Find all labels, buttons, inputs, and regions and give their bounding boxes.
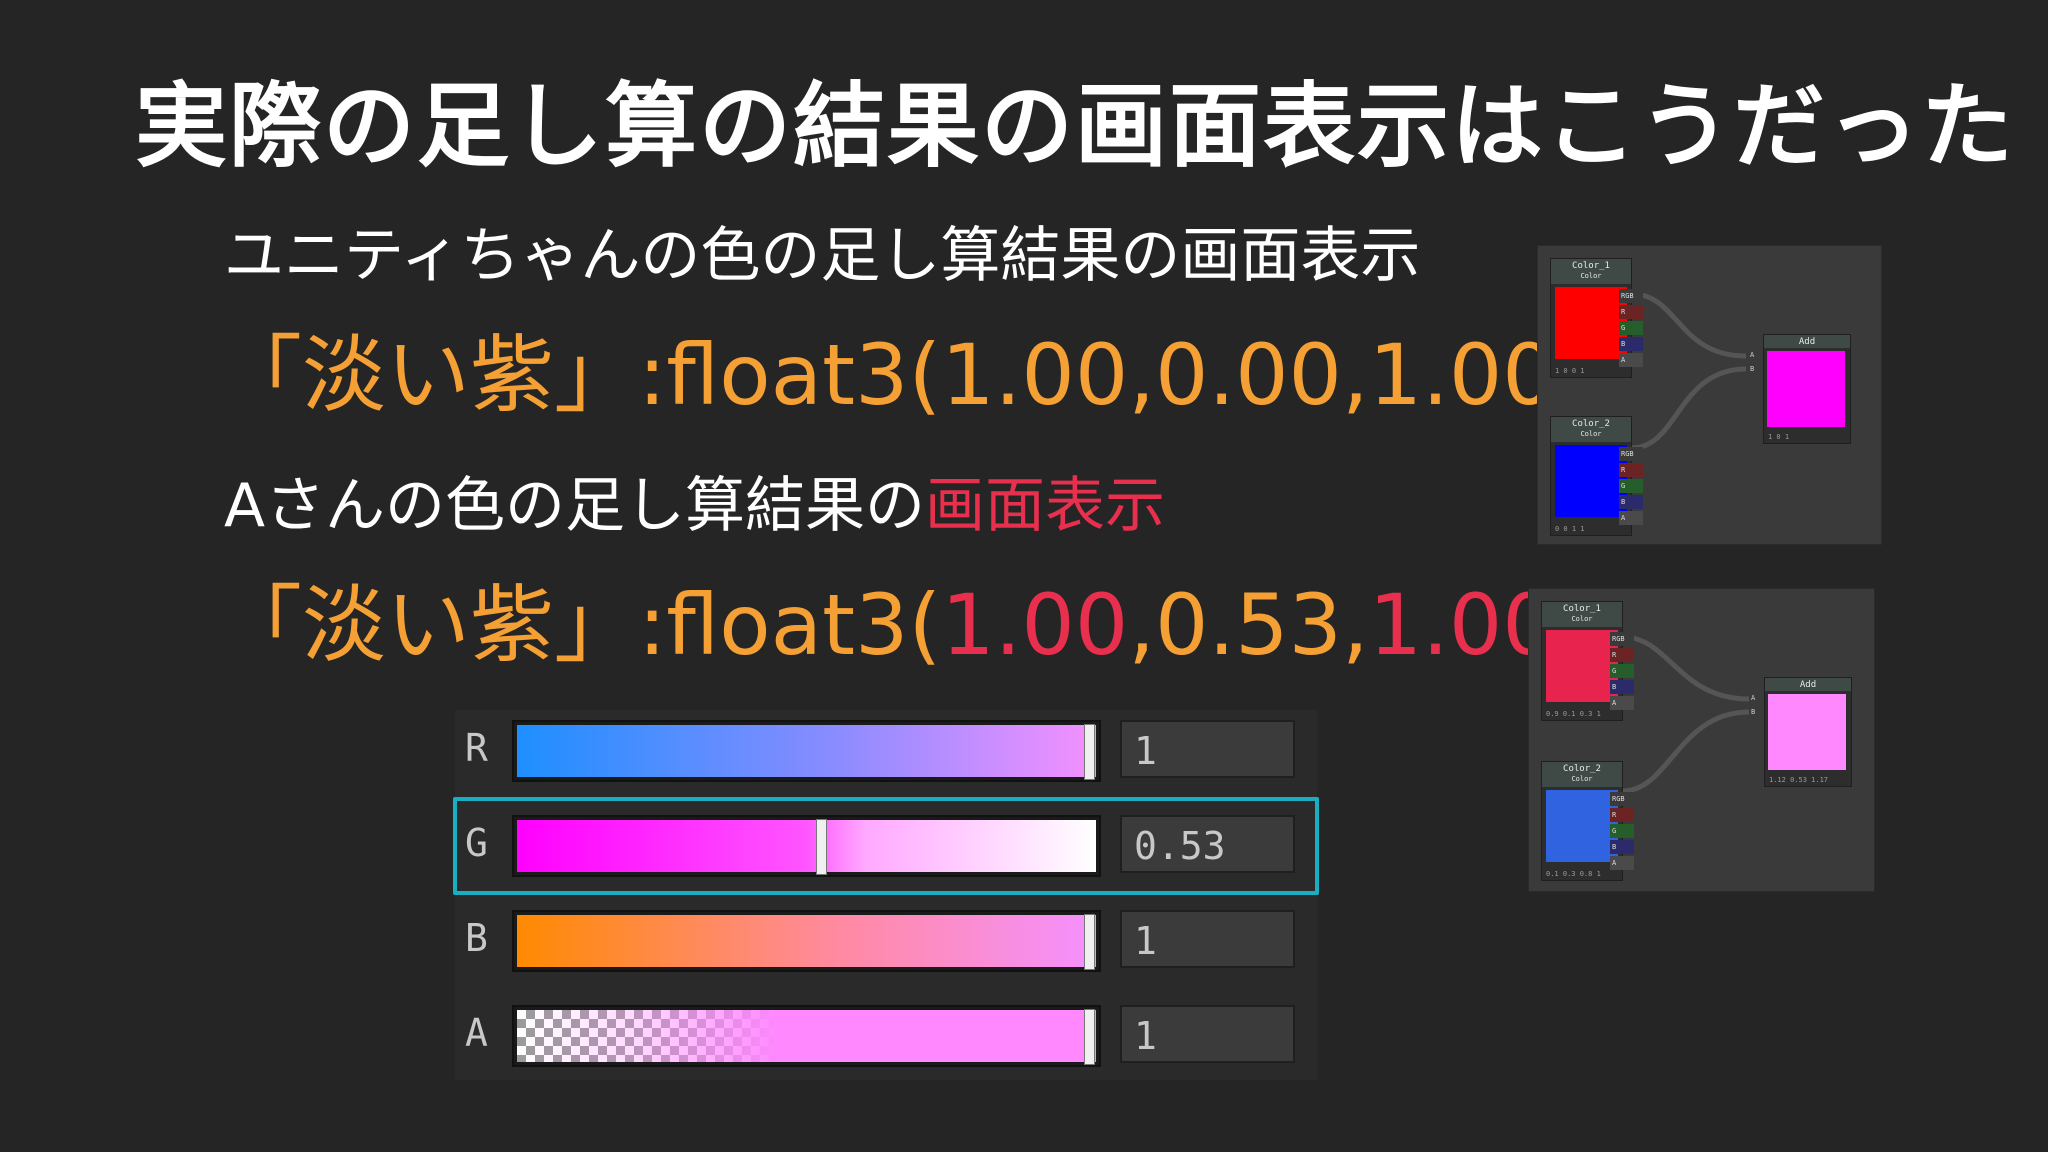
port-rgb[interactable]: RGB [1619,447,1643,461]
add-node[interactable]: Add 1 0 1 A B [1750,334,1851,444]
a-san-caption-highlight: 画面表示 [925,471,1166,541]
color-swatch [1555,445,1627,517]
node-subtitle: Color [1571,615,1593,623]
output-ports: RGB R G B A [1610,792,1634,872]
node-title: Add [1798,337,1816,347]
port-g[interactable]: G [1610,824,1634,838]
port-g[interactable]: G [1619,321,1643,335]
slider-handle[interactable] [1084,724,1095,780]
port-b[interactable]: B [1610,840,1634,854]
node-values: 0 0 1 1 [1555,525,1585,533]
input-b-label[interactable]: B [1750,365,1754,373]
port-r[interactable]: R [1610,808,1634,822]
a-san-result-value: 「淡い紫」:float3(1.00,0.53,1.00) [218,575,1589,676]
slider-label: R [465,726,488,770]
slider-row-a: A 1 [455,995,1317,1075]
port-r[interactable]: R [1610,648,1634,662]
slider-handle[interactable] [1084,1009,1095,1065]
color-swatch [1546,790,1618,862]
port-g[interactable]: G [1619,479,1643,493]
port-rgb[interactable]: RGB [1619,289,1643,303]
color-swatch [1767,351,1845,427]
port-b[interactable]: B [1619,337,1643,351]
node-title: Color_1 [1563,604,1601,614]
node-title: Color_2 [1563,764,1601,774]
slider-value-field[interactable]: 1 [1120,720,1295,778]
node-subtitle: Color [1580,272,1602,280]
port-a[interactable]: A [1619,353,1643,367]
node-values: 1.12 0.53 1.17 [1769,776,1829,784]
a-san-caption-text: Aさんの色の足し算結果の [224,471,926,541]
slider-value-field[interactable]: 1 [1120,910,1295,968]
slider-gradient [517,915,1096,967]
g-channel-highlight-box [453,797,1319,895]
slider-track[interactable] [512,720,1101,782]
slider-label: B [465,916,488,960]
output-ports: RGB R G B A [1619,289,1643,369]
color-swatch [1546,630,1618,702]
color-node-2[interactable]: Color_2 Color 0.1 0.3 0.8 1 RGB R G B A [1541,761,1634,881]
color-node-2[interactable]: Color_2 Color 0 0 1 1 RGB R G B A [1550,416,1643,536]
node-title: Add [1799,680,1817,690]
slider-row-b: B 1 [455,900,1317,980]
input-a-label[interactable]: A [1751,694,1755,702]
node-values: 0.1 0.3 0.8 1 [1546,870,1601,878]
port-b[interactable]: B [1610,680,1634,694]
port-a[interactable]: A [1610,696,1634,710]
port-b[interactable]: B [1619,495,1643,509]
value-g: ,0.53, [1128,576,1369,674]
color-node-1[interactable]: Color_1 Color 1 0 0 1 RGB R G B A [1550,258,1643,378]
unitychan-result-caption: ユニティちゃんの色の足し算結果の画面表示 [224,221,1421,291]
output-ports: RGB R G B A [1610,632,1634,712]
value-prefix: 「淡い紫」:float3( [218,576,942,674]
node-values: 1 0 0 1 [1555,367,1585,375]
color-swatch [1768,694,1846,770]
port-rgb[interactable]: RGB [1610,632,1634,646]
port-rgb[interactable]: RGB [1610,792,1634,806]
unitychan-result-value: 「淡い紫」:float3(1.00,0.00,1.00) [218,326,1589,424]
slide-title: 実際の足し算の結果の画面表示はこうだった [135,73,2016,180]
slider-gradient [517,725,1096,777]
node-values: 0.9 0.1 0.3 1 [1546,710,1601,718]
color-node-1[interactable]: Color_1 Color 0.9 0.1 0.3 1 RGB R G B A [1541,601,1634,721]
node-subtitle: Color [1571,775,1593,783]
a-san-result-caption: Aさんの色の足し算結果の画面表示 [224,470,1165,542]
port-r[interactable]: R [1619,463,1643,477]
color-swatch [1555,287,1627,359]
port-a[interactable]: A [1619,511,1643,525]
node-title: Color_2 [1572,419,1610,429]
slider-handle[interactable] [1084,914,1095,970]
node-title: Color_1 [1572,261,1610,271]
node-graph-unitychan: Color_1 Color 1 0 0 1 RGB R G B A Color_2… [1537,245,1882,545]
input-b-label[interactable]: B [1751,708,1755,716]
value-r: 1.00 [941,576,1129,674]
node-graph-a-san: Color_1 Color 0.9 0.1 0.3 1 RGB R G B A C… [1528,588,1875,892]
output-ports: RGB R G B A [1619,447,1643,527]
port-r[interactable]: R [1619,305,1643,319]
slider-track[interactable] [512,910,1101,972]
slider-row-r: R 1 [455,710,1317,790]
slider-value-field[interactable]: 1 [1120,1005,1295,1063]
port-g[interactable]: G [1610,664,1634,678]
input-a-label[interactable]: A [1750,351,1754,359]
slider-track[interactable] [512,1005,1101,1067]
add-node[interactable]: Add 1.12 0.53 1.17 A B [1751,677,1852,787]
node-subtitle: Color [1580,430,1602,438]
alpha-gradient [517,1010,1096,1062]
port-a[interactable]: A [1610,856,1634,870]
node-values: 1 0 1 [1768,433,1790,441]
slider-label: A [465,1011,488,1055]
color-slider-panel: R 1 G 0.53 B 1 A 1 [455,710,1317,1080]
